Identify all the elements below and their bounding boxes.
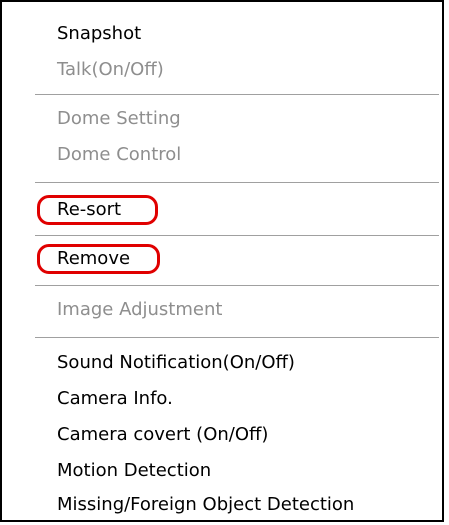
menu-item-dome-setting: Dome Setting — [57, 108, 181, 129]
menu-separator — [35, 182, 439, 183]
context-menu: Snapshot Talk(On/Off) Dome Setting Dome … — [0, 0, 444, 522]
menu-item-snapshot[interactable]: Snapshot — [57, 19, 141, 49]
menu-item-re-sort[interactable]: Re-sort — [57, 195, 121, 225]
menu-item-image-adjustment: Image Adjustment — [57, 299, 223, 320]
menu-item-sound-notification[interactable]: Sound Notification(On/Off) — [57, 348, 295, 378]
menu-item-dome-control: Dome Control — [57, 144, 182, 165]
menu-separator — [35, 285, 439, 286]
menu-separator — [35, 337, 439, 338]
menu-item-camera-info[interactable]: Camera Info. — [57, 384, 173, 414]
menu-item-remove[interactable]: Remove — [57, 244, 130, 274]
menu-separator — [35, 94, 439, 95]
menu-item-motion-detection[interactable]: Motion Detection — [57, 456, 211, 486]
menu-item-talk: Talk(On/Off) — [57, 59, 164, 80]
menu-item-missing-foreign-object-detection[interactable]: Missing/Foreign Object Detection — [57, 490, 354, 520]
menu-item-camera-covert[interactable]: Camera covert (On/Off) — [57, 420, 268, 450]
menu-separator — [35, 235, 439, 236]
